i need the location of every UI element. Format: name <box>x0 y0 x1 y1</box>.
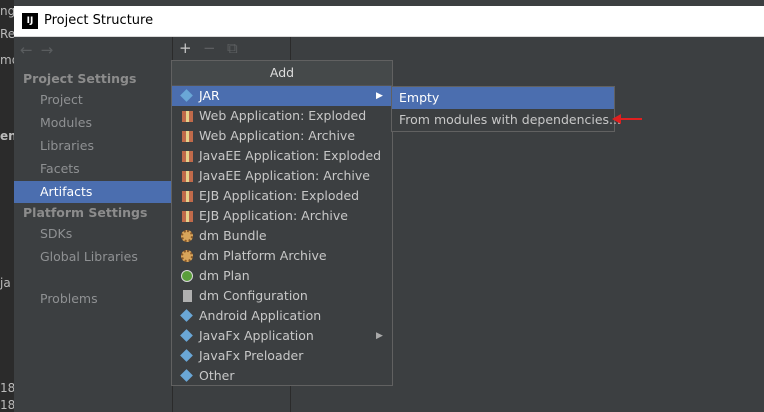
project-settings-header: Project Settings <box>23 71 137 86</box>
menu-item-javafx-preloader[interactable]: JavaFx Preloader <box>172 346 392 366</box>
sidebar-item-project[interactable]: Project <box>14 89 172 111</box>
submenu-item-label: Empty <box>399 90 440 105</box>
submenu-item-empty[interactable]: Empty <box>392 87 614 109</box>
copy-artifact-button[interactable]: ⧉ <box>227 39 238 57</box>
menu-item-jar[interactable]: JAR ▶ <box>172 86 392 106</box>
background-fragment: en <box>0 129 14 143</box>
background-fragment: Re <box>0 27 14 41</box>
sidebar-item-artifacts[interactable]: Artifacts <box>14 181 172 203</box>
menu-header: Add <box>172 61 392 86</box>
menu-item-label: EJB Application: Archive <box>199 208 348 223</box>
menu-item-label: JavaFx Preloader <box>199 348 304 363</box>
web-app-icon <box>180 109 194 123</box>
back-arrow-icon[interactable]: ← <box>20 41 41 59</box>
sidebar: ←→ Project Settings Project Modules Libr… <box>14 37 173 412</box>
sidebar-item-problems[interactable]: Problems <box>14 288 172 310</box>
menu-item-label: dm Configuration <box>199 288 308 303</box>
diamond-icon <box>180 329 194 343</box>
dm-platform-icon <box>180 249 194 263</box>
menu-item-dm-bundle[interactable]: dm Bundle <box>172 226 392 246</box>
background-fragment: mo <box>0 53 14 67</box>
sidebar-item-global-libraries[interactable]: Global Libraries <box>14 246 172 268</box>
menu-item-label: JavaFx Application <box>199 328 314 343</box>
sidebar-item-modules[interactable]: Modules <box>14 112 172 134</box>
menu-item-label: JavaEE Application: Exploded <box>199 148 382 163</box>
sidebar-item-label: SDKs <box>40 226 73 241</box>
annotation-arrow-icon <box>612 114 642 124</box>
menu-item-ejb-archive[interactable]: EJB Application: Archive <box>172 206 392 226</box>
menu-item-dm-configuration[interactable]: dm Configuration <box>172 286 392 306</box>
sidebar-item-label: Libraries <box>40 138 94 153</box>
menu-item-label: dm Bundle <box>199 228 267 243</box>
dm-plan-icon <box>180 269 194 283</box>
menu-item-label: EJB Application: Exploded <box>199 188 360 203</box>
menu-item-label: Other <box>199 368 235 383</box>
sidebar-item-label: Problems <box>40 291 98 306</box>
intellij-app-icon: IJ <box>22 13 38 29</box>
background-fragment: 18 <box>0 381 14 395</box>
title-bar[interactable]: IJ Project Structure <box>14 6 764 37</box>
submenu-arrow-icon: ▶ <box>376 331 383 341</box>
menu-item-web-app-exploded[interactable]: Web Application: Exploded <box>172 106 392 126</box>
add-artifact-menu: Add JAR ▶ Web Application: Exploded Web … <box>171 60 393 386</box>
javaee-app-icon <box>180 169 194 183</box>
menu-item-label: Android Application <box>199 308 322 323</box>
ejb-app-icon <box>180 209 194 223</box>
sidebar-item-label: Artifacts <box>40 184 93 199</box>
menu-item-web-app-archive[interactable]: Web Application: Archive <box>172 126 392 146</box>
dm-bundle-icon <box>180 229 194 243</box>
background-fragment: 18 <box>0 398 14 412</box>
menu-item-label: JAR <box>199 88 220 103</box>
sidebar-item-sdks[interactable]: SDKs <box>14 223 172 245</box>
background-fragment: ja <box>0 276 11 290</box>
dm-config-icon <box>180 289 194 303</box>
background-fragment: ng <box>0 4 14 18</box>
nav-arrows: ←→ <box>20 41 61 59</box>
menu-item-javafx-application[interactable]: JavaFx Application ▶ <box>172 326 392 346</box>
menu-item-dm-platform-archive[interactable]: dm Platform Archive <box>172 246 392 266</box>
add-artifact-button[interactable]: + <box>179 39 192 57</box>
javaee-app-icon <box>180 149 194 163</box>
menu-item-other[interactable]: Other <box>172 366 392 386</box>
sidebar-item-label: Global Libraries <box>40 249 138 264</box>
menu-item-javaee-archive[interactable]: JavaEE Application: Archive <box>172 166 392 186</box>
menu-item-label: dm Plan <box>199 268 250 283</box>
menu-item-android-application[interactable]: Android Application <box>172 306 392 326</box>
window-title: Project Structure <box>44 13 154 28</box>
diamond-icon <box>180 369 194 383</box>
menu-item-dm-plan[interactable]: dm Plan <box>172 266 392 286</box>
background-editor-strip: ng Re mo en ja 18 18 <box>0 0 14 412</box>
remove-artifact-button[interactable]: − <box>203 39 216 57</box>
ejb-app-icon <box>180 189 194 203</box>
sidebar-item-label: Modules <box>40 115 92 130</box>
diamond-icon <box>180 349 194 363</box>
menu-item-label: JavaEE Application: Archive <box>199 168 370 183</box>
forward-arrow-icon[interactable]: → <box>41 41 62 59</box>
menu-item-ejb-exploded[interactable]: EJB Application: Exploded <box>172 186 392 206</box>
menu-item-label: Web Application: Exploded <box>199 108 367 123</box>
menu-item-javaee-exploded[interactable]: JavaEE Application: Exploded <box>172 146 392 166</box>
web-app-icon <box>180 129 194 143</box>
sidebar-item-label: Project <box>40 92 83 107</box>
submenu-item-label: From modules with dependencies... <box>399 112 621 127</box>
jar-submenu: Empty From modules with dependencies... <box>391 86 621 132</box>
sidebar-item-facets[interactable]: Facets <box>14 158 172 180</box>
menu-item-label: dm Platform Archive <box>199 248 327 263</box>
sidebar-item-libraries[interactable]: Libraries <box>14 135 172 157</box>
submenu-item-from-modules[interactable]: From modules with dependencies... <box>392 109 621 131</box>
sidebar-item-label: Facets <box>40 161 80 176</box>
submenu-arrow-icon: ▶ <box>376 91 383 101</box>
diamond-icon <box>180 89 194 103</box>
menu-item-label: Web Application: Archive <box>199 128 356 143</box>
platform-settings-header: Platform Settings <box>23 205 148 220</box>
diamond-icon <box>180 309 194 323</box>
